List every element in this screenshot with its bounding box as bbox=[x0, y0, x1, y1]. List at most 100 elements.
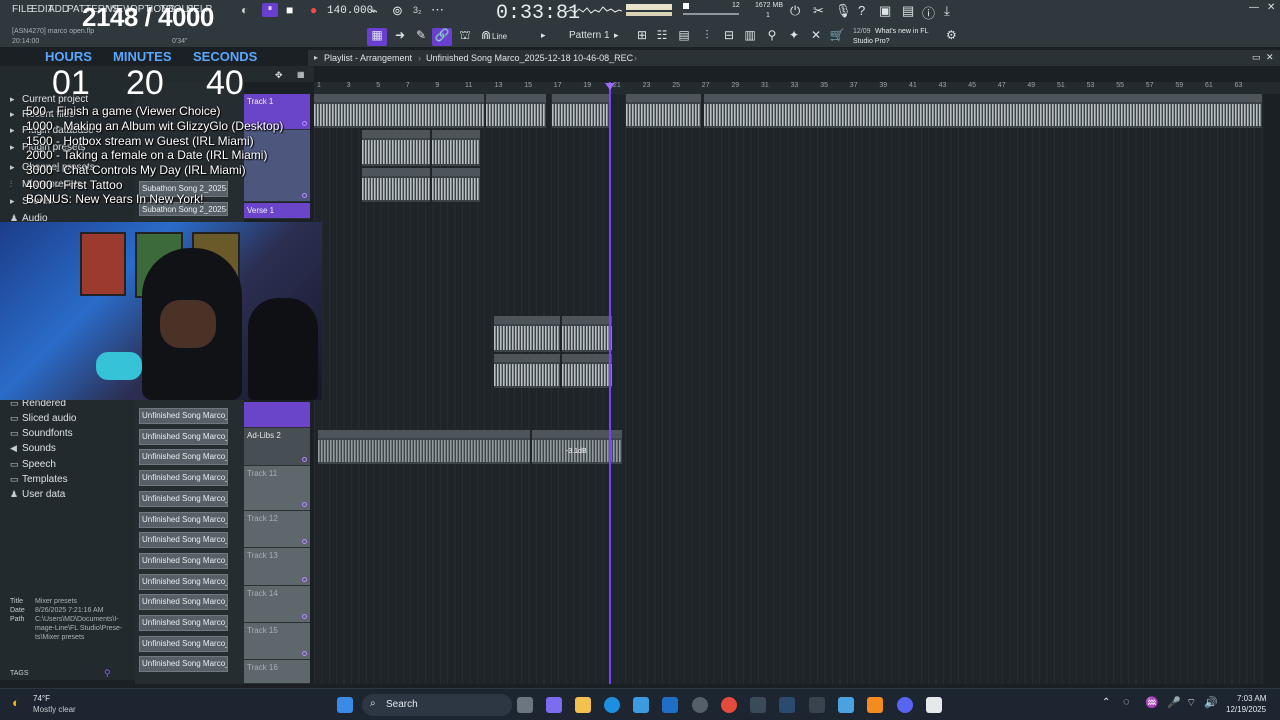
tray-mic-icon[interactable]: 🎤 bbox=[1167, 696, 1181, 709]
pattern-prev-icon[interactable]: ▸ bbox=[541, 30, 546, 41]
bookmark-icon[interactable]: ▤ bbox=[902, 3, 914, 19]
metronome-icon[interactable]: ⌁ bbox=[370, 3, 378, 19]
touch-icon[interactable]: ✦ bbox=[784, 28, 804, 46]
browser-item-sliced-audio[interactable]: ▭ Sliced audio bbox=[10, 413, 76, 424]
tray-network-icon[interactable]: ◌ bbox=[1123, 696, 1130, 708]
pattern-item[interactable]: Unfinished Song Marco_2... bbox=[139, 594, 228, 611]
track-mute-dot[interactable] bbox=[302, 539, 307, 544]
channel-rack-icon[interactable]: ▤ bbox=[674, 28, 694, 46]
piano-roll-icon[interactable]: ☷ bbox=[652, 28, 672, 46]
track-mute-dot[interactable] bbox=[302, 193, 307, 198]
discord-icon[interactable] bbox=[897, 697, 913, 713]
wait-icon[interactable]: ⋯ bbox=[431, 2, 444, 18]
track-mute-dot[interactable] bbox=[302, 614, 307, 619]
close-window-button[interactable]: ✕ bbox=[1267, 2, 1275, 13]
pattern-selector[interactable]: Pattern 1 bbox=[569, 30, 610, 41]
pattern-item[interactable]: Unfinished Song Marco_2... bbox=[139, 552, 228, 569]
arrangement-area[interactable]: B2 x Mhady2hottie x Mr...IG Hoes_[XFpdu8… bbox=[314, 94, 1264, 684]
pattern-song-toggle[interactable]: ◐ bbox=[241, 3, 248, 17]
pattern-item[interactable]: Unfinished Song Marco_2... bbox=[139, 408, 228, 424]
tray-wifi-icon[interactable]: ⌔ bbox=[1186, 696, 1196, 710]
start-icon[interactable] bbox=[337, 697, 353, 713]
weather-desc[interactable]: Mostly clear bbox=[33, 705, 76, 714]
beat-clip[interactable]: B2...X4CA] bbox=[552, 94, 610, 128]
edge-icon[interactable] bbox=[604, 697, 620, 713]
pattern-item[interactable]: Unfinished Song Marco_2... bbox=[139, 470, 228, 487]
obs-icon[interactable] bbox=[692, 697, 708, 713]
browser-icon[interactable]: ⊟ bbox=[719, 28, 739, 46]
download-icon[interactable]: ⤓ bbox=[944, 3, 950, 19]
pattern-item[interactable]: Unfinished Song Marco_2... bbox=[139, 511, 228, 528]
stamp-icon[interactable]: ⛫ bbox=[455, 28, 475, 46]
plugin-icon[interactable]: ⚲ bbox=[762, 28, 782, 46]
tray-app-icon[interactable]: ♒ bbox=[1145, 696, 1159, 709]
vocal-clip[interactable]: Unfi...08_REC bbox=[432, 130, 480, 166]
playlist-grid-icon[interactable]: ▦ bbox=[297, 70, 305, 79]
pattern-next-icon[interactable]: ▸ bbox=[614, 30, 619, 41]
tray-volume-icon[interactable]: 🔊 bbox=[1204, 696, 1218, 709]
pencil-icon[interactable]: ✎ bbox=[411, 28, 431, 46]
app-icon[interactable] bbox=[750, 697, 766, 713]
browser-item-sounds[interactable]: ◀ Sounds bbox=[10, 443, 56, 454]
track-header-15[interactable]: Track 15 bbox=[244, 623, 310, 660]
minimize-button[interactable]: — bbox=[1249, 2, 1259, 13]
track-header-12[interactable]: Track 12 bbox=[244, 511, 310, 548]
mute-icon[interactable]: ✕ bbox=[806, 28, 826, 46]
draw-mode-label[interactable]: Line bbox=[492, 32, 507, 41]
vocal-clip[interactable] bbox=[494, 354, 560, 388]
help-icon[interactable]: ? bbox=[858, 3, 865, 18]
adlib-clip[interactable]: Unfinished Song Marco_2025-12-18 11-22-1… bbox=[318, 430, 530, 464]
track-mute-dot[interactable] bbox=[302, 651, 307, 656]
playlist-maximize-button[interactable]: ▭ bbox=[1252, 52, 1261, 63]
track-header-11[interactable]: Track 11 bbox=[244, 466, 310, 511]
playlist-ruler[interactable]: 1 3 5 7 9 11 13 15 17 19 21 23 25 27 29 31 33 35 37 39 41 43 4… bbox=[314, 82, 1280, 94]
pattern-add-icon[interactable]: ⊞ bbox=[632, 28, 652, 46]
scroll-arrows-icon[interactable]: ✥ bbox=[275, 70, 283, 81]
record-button[interactable]: ● bbox=[310, 3, 317, 17]
browser-item-speech[interactable]: ▭ Speech bbox=[10, 459, 56, 470]
weather-temp[interactable]: 74°F bbox=[33, 694, 50, 703]
capcut-icon[interactable] bbox=[809, 697, 825, 713]
outlook-icon[interactable] bbox=[662, 697, 678, 713]
arrow-right-icon[interactable]: ➜ bbox=[390, 28, 410, 46]
stop-button[interactable]: ■ bbox=[286, 3, 293, 17]
playhead[interactable] bbox=[609, 82, 611, 684]
snipping-icon[interactable] bbox=[926, 697, 942, 713]
tag-search-icon[interactable]: ⚲ bbox=[104, 668, 111, 679]
browser-item-templates[interactable]: ▭ Templates bbox=[10, 474, 68, 485]
pattern-item[interactable]: Unfinished Song Marco_2... bbox=[139, 490, 228, 507]
shop-icon[interactable]: 🛒 bbox=[827, 28, 847, 46]
pattern-item[interactable]: Unfinished Song Marco_2... bbox=[139, 532, 228, 549]
beat-clip[interactable]: B2 x Mhady2hottie x Mr...IG Hoes_[XFpdu8… bbox=[314, 94, 484, 128]
notepad-icon[interactable] bbox=[838, 697, 854, 713]
browser-item-soundfonts[interactable]: ▭ Soundfonts bbox=[10, 428, 73, 439]
store-icon[interactable] bbox=[633, 697, 649, 713]
pattern-item[interactable]: Unfinished Song Marco_2... bbox=[139, 449, 228, 466]
track-mute-dot[interactable] bbox=[302, 502, 307, 507]
task-view-icon[interactable] bbox=[517, 697, 533, 713]
master-volume-knob[interactable] bbox=[683, 3, 689, 9]
menu-add[interactable]: ADD bbox=[48, 4, 69, 15]
chrome-icon[interactable] bbox=[721, 697, 737, 713]
info-icon[interactable]: ⓘ bbox=[922, 3, 935, 22]
vocal-clip[interactable]: U...EC bbox=[432, 168, 480, 202]
mixer-icon[interactable]: ⫶ bbox=[697, 28, 717, 46]
master-pitch-slider[interactable] bbox=[683, 13, 739, 15]
clipboard-icon[interactable]: ▥ bbox=[740, 28, 760, 46]
pattern-item[interactable]: Unfinished Song Marco_2... bbox=[139, 428, 228, 445]
track-mute-dot[interactable] bbox=[302, 121, 307, 126]
track-header-verse[interactable]: Verse 1 bbox=[244, 203, 310, 219]
beat-clip[interactable]: B2 x M...85X4CA] bbox=[486, 94, 546, 128]
microphone-icon[interactable]: 🎙 bbox=[835, 3, 852, 19]
save-icon[interactable]: ▣ bbox=[879, 3, 891, 19]
track-header-adlibs[interactable]: Ad-Libs 2 bbox=[244, 428, 310, 466]
fl-studio-icon[interactable] bbox=[867, 697, 883, 713]
taskbar-search[interactable]: ⌕ Search bbox=[362, 694, 512, 716]
track-header-16[interactable]: Track 16 bbox=[244, 660, 310, 684]
tempo-display[interactable]: 140.000 bbox=[327, 5, 373, 17]
pattern-item[interactable]: Unfinished Song Marco_2... bbox=[139, 635, 228, 652]
tray-overflow-icon[interactable]: ⌃ bbox=[1102, 697, 1110, 708]
tools-icon[interactable]: ✂ bbox=[813, 3, 824, 19]
play-button[interactable]: ⏸ bbox=[262, 3, 278, 17]
beat-clip[interactable]: B2 x Mhady2hottie x Mrow Type Beat 2025 … bbox=[704, 94, 1262, 128]
